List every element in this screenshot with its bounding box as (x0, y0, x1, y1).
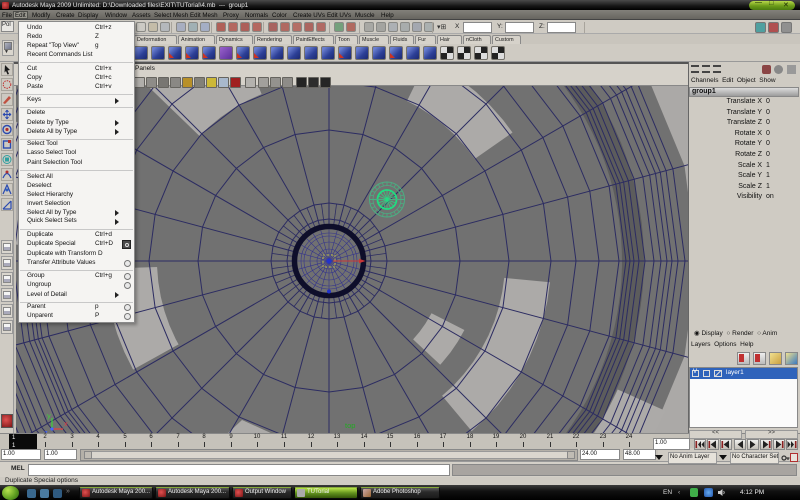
svg-text:top: top (345, 421, 355, 430)
svg-text:x: x (64, 419, 68, 428)
svg-text:y: y (47, 411, 51, 420)
